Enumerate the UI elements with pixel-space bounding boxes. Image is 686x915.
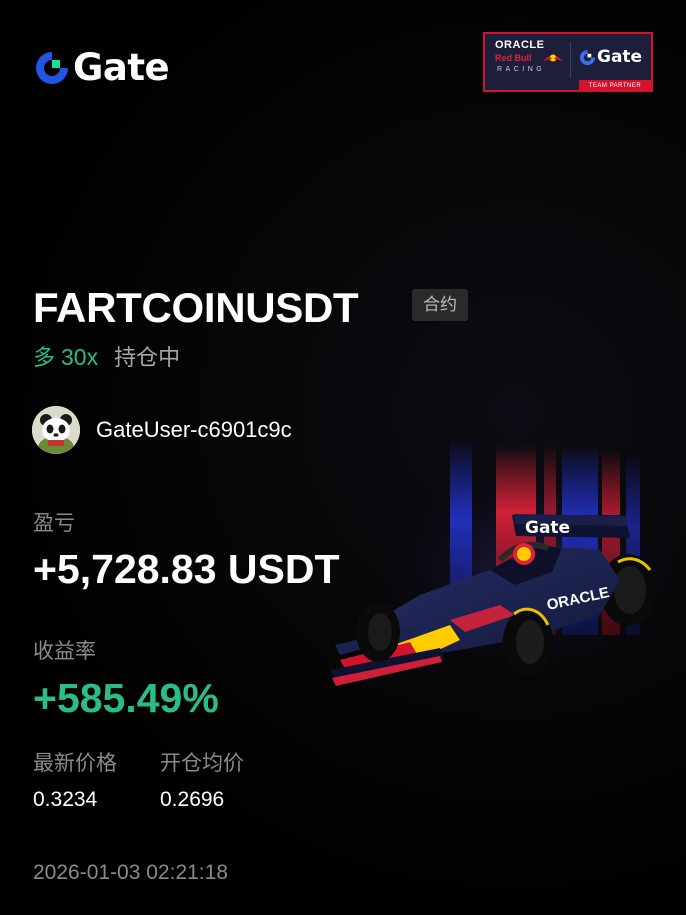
position-status: 持仓中: [114, 346, 181, 371]
svg-text:Gate: Gate: [525, 518, 570, 538]
position-side: 多: [33, 346, 56, 371]
leverage-value: 30x: [61, 344, 99, 370]
gate-logo-icon: [34, 50, 70, 86]
brand-wordmark: Gate: [73, 46, 170, 89]
symbol-title: FARTCOINUSDT: [33, 284, 359, 331]
panda-avatar-icon: [32, 406, 80, 454]
partner-redbull-text: Red Bull: [495, 53, 532, 63]
username: GateUser-c6901c9c: [96, 417, 292, 442]
roe-value: +585.49%: [33, 675, 219, 721]
partner-gate-word: Gate: [597, 47, 643, 67]
pnl-label: 盈亏: [33, 511, 75, 535]
partner-oracle-text: ORACLE: [495, 39, 545, 51]
roe-label: 收益率: [33, 639, 96, 663]
partner-divider: [570, 42, 571, 78]
team-partner-strip: TEAM PARTNER: [579, 80, 651, 92]
gate-logo-icon: [579, 49, 596, 65]
share-card: Gate ORACLE Red Bull RACING Gate TEAM PA…: [0, 0, 686, 915]
entry-price-label: 开仓均价: [160, 751, 244, 775]
last-price-label: 最新价格: [33, 751, 117, 775]
partner-gate-logo: Gate: [579, 47, 642, 67]
race-car-illustration: Gate ORACLE: [330, 440, 686, 690]
last-price-value: 0.3234: [33, 788, 98, 811]
partner-badge: ORACLE Red Bull RACING Gate TEAM PARTNER: [483, 32, 653, 92]
brand-logo: Gate: [34, 46, 170, 89]
partner-racing-text: RACING: [497, 66, 546, 73]
contract-tag: 合约: [412, 289, 468, 321]
redbull-bulls-icon: [543, 54, 563, 62]
entry-price-value: 0.2696: [160, 788, 225, 811]
user-row: GateUser-c6901c9c: [32, 406, 292, 454]
timestamp: 2026-01-03 02:21:18: [33, 861, 228, 884]
position-info: 多 30x 持仓中: [33, 340, 180, 376]
pnl-value: +5,728.83 USDT: [33, 546, 340, 592]
